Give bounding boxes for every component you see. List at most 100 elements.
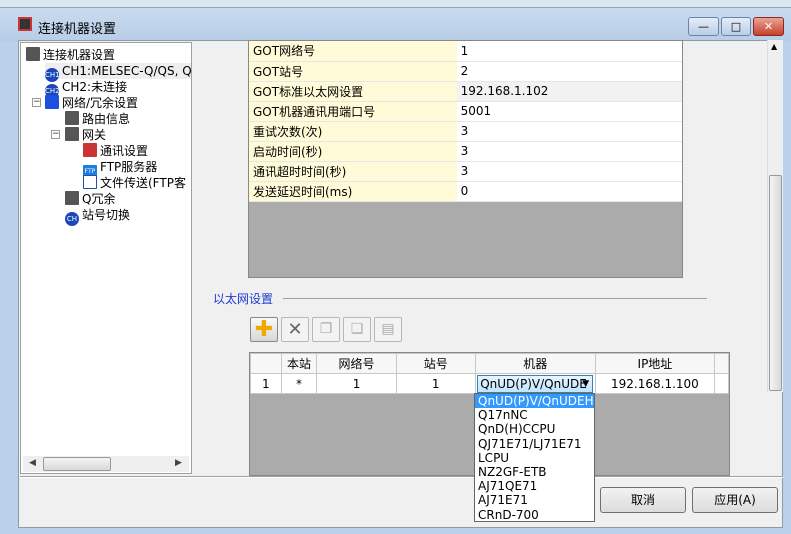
copy-paste-icon: ❏ xyxy=(350,321,364,337)
property-row[interactable]: GOT标准以太网设置 192.168.1.102 xyxy=(249,81,682,102)
network-icon xyxy=(45,95,59,109)
property-key: GOT机器通讯用端口号 xyxy=(249,101,457,122)
tree-item-routing[interactable]: 路由信息 xyxy=(65,111,130,127)
tree-item-network[interactable]: 网络/冗余设置 xyxy=(45,95,138,111)
property-value[interactable]: 5001 xyxy=(456,101,682,122)
property-value[interactable]: 1 xyxy=(456,41,682,62)
cell-device[interactable]: QnUD(P)V/QnUDE ▼ xyxy=(474,373,596,394)
ethernet-group-label: 以太网设置 xyxy=(213,292,274,306)
property-key: 发送延迟时间(ms) xyxy=(249,181,457,202)
dropdown-option[interactable]: AJ71E71 xyxy=(475,493,594,507)
apply-button[interactable]: 应用(A) xyxy=(692,487,778,513)
settings-tree: 连接机器设置 CH1 CH1:MELSEC-Q/QS, Q CH2 CH2:未连接 … xyxy=(20,42,192,474)
table-row[interactable]: 1 * 1 1 QnUD(P)V/QnUDE ▼ 192.168.1.100 xyxy=(250,373,729,394)
app-icon xyxy=(18,17,32,31)
property-key: 通讯超时时间(秒) xyxy=(249,161,457,182)
cell-ip[interactable]: 192.168.1.100 xyxy=(594,373,716,394)
file-transfer-icon xyxy=(83,175,97,189)
cell-network[interactable]: 1 xyxy=(316,373,397,394)
device-icon xyxy=(26,47,40,61)
property-row[interactable]: GOT机器通讯用端口号 5001 xyxy=(249,101,682,122)
maximize-button[interactable]: □ xyxy=(721,17,751,36)
dropdown-option[interactable]: AJ71QE71 xyxy=(475,479,594,493)
cell-empty xyxy=(714,373,729,394)
vertical-scrollbar[interactable]: ▲ xyxy=(767,40,783,392)
group-divider xyxy=(283,298,707,299)
property-value[interactable]: 192.168.1.102 xyxy=(456,81,682,102)
property-value[interactable]: 3 xyxy=(456,161,682,182)
dropdown-option[interactable]: NZ2GF-ETB xyxy=(475,465,594,479)
property-key: GOT网络号 xyxy=(249,41,457,62)
column-header xyxy=(250,353,282,374)
collapse-toggle[interactable]: − xyxy=(51,130,60,139)
column-header-station[interactable]: 站号 xyxy=(395,353,476,374)
property-key: 重试次数(次) xyxy=(249,121,457,142)
station-switch-icon: CH xyxy=(65,212,79,226)
taskbar-strip xyxy=(0,0,791,8)
property-value[interactable]: 3 xyxy=(456,121,682,142)
copy-icon: ❐ xyxy=(319,321,333,337)
scroll-thumb[interactable] xyxy=(769,175,782,391)
cell-station[interactable]: 1 xyxy=(395,373,476,394)
table-header: 本站 网络号 站号 机器 IP地址 xyxy=(250,353,729,374)
dropdown-option[interactable]: QnD(H)CCPU xyxy=(475,422,594,436)
property-row[interactable]: 通讯超时时间(秒) 3 xyxy=(249,161,682,182)
property-row[interactable]: 启动时间(秒) 3 xyxy=(249,141,682,162)
delete-button[interactable]: ✕ xyxy=(281,317,309,342)
property-value[interactable]: 0 xyxy=(456,181,682,202)
tree-item-station-switch[interactable]: CH 站号切换 xyxy=(65,207,130,226)
property-row[interactable]: 发送延迟时间(ms) 0 xyxy=(249,181,682,202)
property-value[interactable]: 3 xyxy=(456,141,682,162)
gateway-icon xyxy=(65,127,79,141)
minimize-button[interactable]: — xyxy=(688,17,719,36)
dropdown-option[interactable]: QJ71E71/LJ71E71 xyxy=(475,437,594,451)
property-row[interactable]: 重试次数(次) 3 xyxy=(249,121,682,142)
column-header-device[interactable]: 机器 xyxy=(474,353,596,374)
q-redundancy-icon xyxy=(65,191,79,205)
column-header-network[interactable]: 网络号 xyxy=(316,353,397,374)
tree-item-file-transfer[interactable]: 文件传送(FTP客 xyxy=(83,175,186,191)
device-dropdown-list[interactable]: QnUD(P)V/QnUDEH Q17nNC QnD(H)CCPU QJ71E71/L… xyxy=(474,393,595,522)
paste-icon: ▤ xyxy=(381,321,395,337)
tree-horizontal-scrollbar[interactable]: ◀ ▶ xyxy=(23,456,189,472)
paste-button[interactable]: ▤ xyxy=(374,317,402,342)
cancel-button[interactable]: 取消 xyxy=(600,487,686,513)
comm-settings-icon xyxy=(83,143,97,157)
scroll-thumb[interactable] xyxy=(43,457,111,471)
add-icon: ✚ xyxy=(254,317,274,342)
column-header-ip[interactable]: IP地址 xyxy=(594,353,716,374)
property-row[interactable]: GOT站号 2 xyxy=(249,61,682,82)
tree-item-ftp-server[interactable]: FTP FTP服务器 xyxy=(83,159,157,179)
scroll-left-icon[interactable]: ◀ xyxy=(29,458,36,468)
copy-button[interactable]: ❐ xyxy=(312,317,340,342)
scroll-right-icon[interactable]: ▶ xyxy=(175,458,182,468)
property-value[interactable]: 2 xyxy=(456,61,682,82)
tree-item-q-redundancy[interactable]: Q冗余 xyxy=(65,191,115,207)
dropdown-option[interactable]: Q17nNC xyxy=(475,408,594,422)
add-button[interactable]: ✚ xyxy=(250,317,278,342)
tree-item-ch1[interactable]: CH1 CH1:MELSEC-Q/QS, Q xyxy=(45,63,191,82)
copy-paste-button[interactable]: ❏ xyxy=(343,317,371,342)
device-combobox[interactable]: QnUD(P)V/QnUDE ▼ xyxy=(477,374,594,393)
combobox-value: QnUD(P)V/QnUDE xyxy=(480,376,587,391)
tree-item-ch2[interactable]: CH2 CH2:未连接 xyxy=(45,79,127,98)
dropdown-option[interactable]: CRnD-700 xyxy=(475,508,594,522)
property-key: GOT站号 xyxy=(249,61,457,82)
routing-icon xyxy=(65,111,79,125)
chevron-down-icon[interactable]: ▼ xyxy=(582,376,589,392)
property-row[interactable]: GOT网络号 1 xyxy=(249,41,682,62)
tree-item-comm-settings[interactable]: 通讯设置 xyxy=(83,143,148,159)
dropdown-option[interactable]: LCPU xyxy=(475,451,594,465)
collapse-toggle[interactable]: − xyxy=(32,98,41,107)
property-grid: GOT网络号 1 GOT站号 2 GOT标准以太网设置 192.168.1.102 GOT机… xyxy=(248,40,683,278)
tree-item-root[interactable]: 连接机器设置 xyxy=(26,47,115,63)
delete-icon: ✕ xyxy=(287,319,303,340)
cell-host[interactable]: * xyxy=(280,373,318,394)
tree-item-gateway[interactable]: 网关 xyxy=(65,127,106,143)
dropdown-option[interactable]: QnUD(P)V/QnUDEH xyxy=(475,394,594,409)
column-header-host[interactable]: 本站 xyxy=(280,353,318,374)
property-key: 启动时间(秒) xyxy=(249,141,457,162)
bottom-divider xyxy=(20,476,783,478)
close-button[interactable]: ✕ xyxy=(753,17,784,36)
scroll-up-icon[interactable]: ▲ xyxy=(771,42,777,51)
